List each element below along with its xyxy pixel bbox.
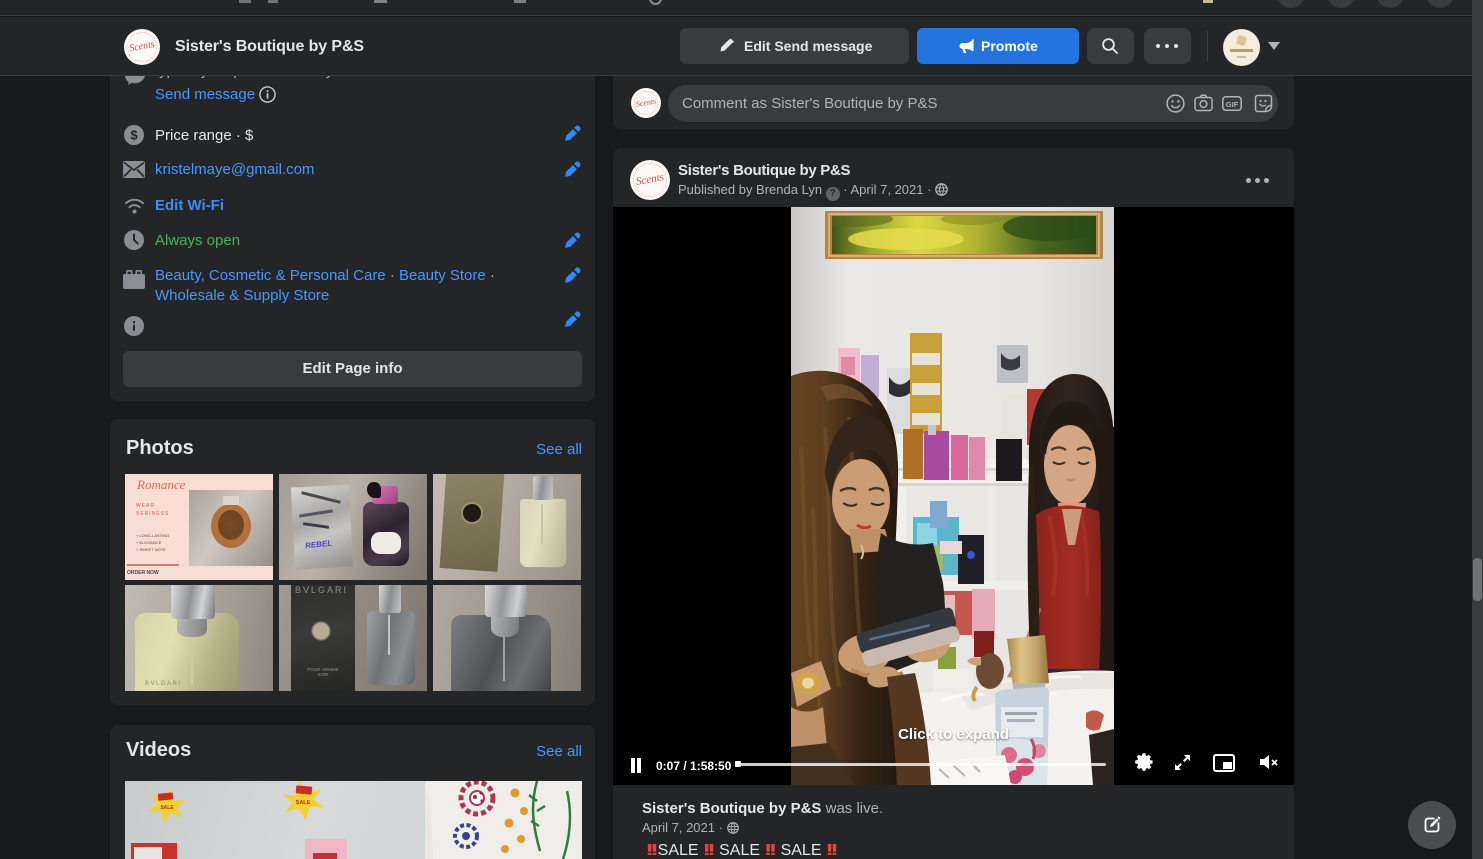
svg-text:GIF: GIF xyxy=(1226,100,1239,109)
svg-text:$: $ xyxy=(130,128,138,143)
svg-text:SALE: SALE xyxy=(160,805,174,811)
svg-text:SALE: SALE xyxy=(296,800,311,806)
